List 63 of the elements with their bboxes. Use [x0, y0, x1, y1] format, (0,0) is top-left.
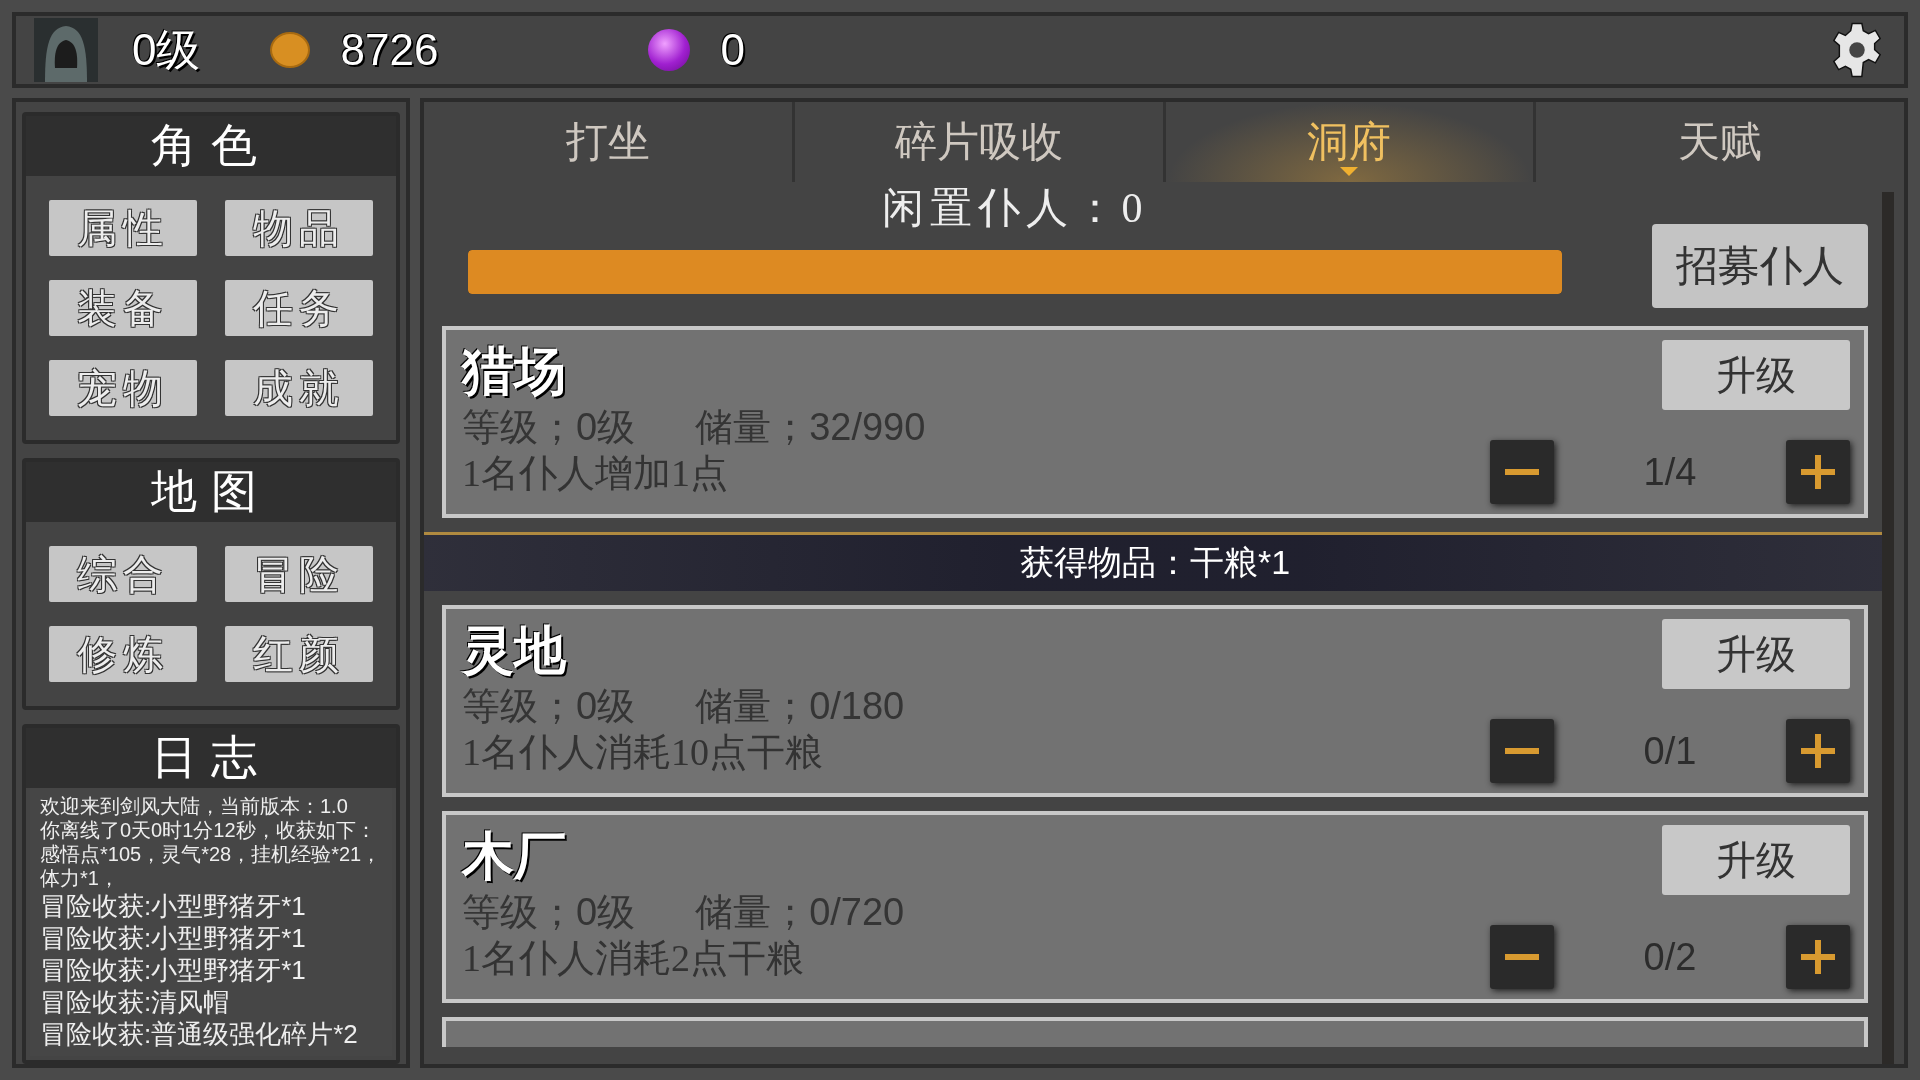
minus-icon — [1505, 469, 1539, 475]
building-storage: 储量；32/990 — [695, 405, 926, 450]
building-effect: 1名仆人增加1点 — [462, 451, 729, 496]
coin-icon — [270, 32, 311, 68]
menu-button[interactable]: 属性 — [49, 200, 197, 256]
plus-icon — [1801, 734, 1835, 768]
tab[interactable]: 碎片吸收 — [794, 102, 1166, 182]
upgrade-button[interactable]: 升级 — [1662, 340, 1850, 410]
building-name: 木厂 — [462, 827, 567, 887]
idle-servants-label: 闲置仆人：0 — [881, 184, 1149, 233]
section-title: 角色 — [26, 116, 396, 176]
menu-button[interactable]: 冒险 — [225, 546, 373, 602]
minus-button[interactable] — [1490, 440, 1554, 504]
plus-icon — [1801, 940, 1835, 974]
log-entry: 你离线了0天0时1分12秒，收获如下： — [40, 818, 377, 842]
log-entry: 冒险收获:普通级强化碎片*2 — [40, 1018, 359, 1050]
plus-icon — [1801, 455, 1835, 489]
building-name: 灵地 — [462, 621, 567, 681]
servant-count: 0/2 — [1642, 935, 1698, 979]
log-entry: 冒险收获:小型野猪牙*1 — [40, 922, 307, 954]
menu-button[interactable]: 任务 — [225, 280, 373, 336]
building-level: 等级；0级 — [462, 890, 636, 935]
upgrade-button[interactable]: 升级 — [1662, 619, 1850, 689]
plus-button[interactable] — [1786, 719, 1850, 783]
minus-button[interactable] — [1490, 719, 1554, 783]
player-level: 0级 — [132, 23, 201, 76]
building-storage: 储量；0/720 — [695, 890, 905, 935]
building-storage: 储量；0/180 — [695, 684, 905, 729]
section-title: 日志 — [26, 728, 396, 788]
section-title: 地图 — [26, 462, 396, 522]
menu-button[interactable]: 修炼 — [49, 626, 197, 682]
plus-button[interactable] — [1786, 440, 1850, 504]
menu-button[interactable]: 综合 — [49, 546, 197, 602]
log-entry: 欢迎来到剑风大陆，当前版本：1.0 — [40, 794, 349, 818]
avatar-icon[interactable] — [34, 18, 98, 82]
building-level: 等级；0级 — [462, 684, 636, 729]
scrollbar[interactable] — [1882, 192, 1894, 1064]
menu-button[interactable]: 成就 — [225, 360, 373, 416]
coin-count: 8726 — [340, 25, 439, 75]
menu-button[interactable]: 物品 — [225, 200, 373, 256]
servant-count: 0/1 — [1642, 729, 1698, 773]
recruit-button[interactable]: 招募仆人 — [1652, 224, 1868, 308]
building-effect: 1名仆人消耗2点干粮 — [462, 936, 805, 981]
gem-count: 0 — [720, 25, 745, 75]
plus-button[interactable] — [1786, 925, 1850, 989]
gem-icon — [648, 29, 691, 71]
menu-button[interactable]: 装备 — [49, 280, 197, 336]
log-entry: 冒险收获:小型野猪牙*1 — [40, 890, 307, 922]
building-effect: 1名仆人消耗10点干粮 — [462, 730, 824, 775]
upgrade-button[interactable]: 升级 — [1662, 825, 1850, 895]
menu-button[interactable]: 红颜 — [225, 626, 373, 682]
log-entry: 体力*1， — [40, 866, 120, 890]
building-name: 猎场 — [462, 342, 567, 402]
minus-button[interactable] — [1490, 925, 1554, 989]
building-level: 等级；0级 — [462, 405, 636, 450]
servant-count: 1/4 — [1642, 450, 1698, 494]
tab[interactable]: 天赋 — [1536, 102, 1904, 182]
log-entry: 感悟点*105，灵气*28，挂机经验*21， — [40, 842, 382, 866]
minus-icon — [1505, 748, 1539, 754]
minus-icon — [1505, 954, 1539, 960]
log-entry: 冒险收获:小型野猪牙*1 — [40, 954, 307, 986]
log-entry: 冒险收获:清风帽 — [40, 986, 231, 1018]
tab[interactable]: 打坐 — [424, 102, 795, 182]
